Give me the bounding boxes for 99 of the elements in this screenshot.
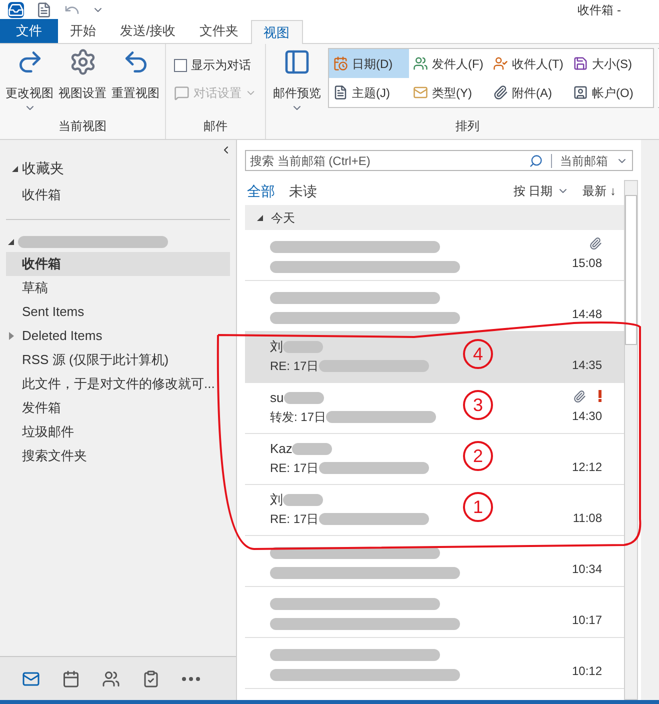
arrange-option[interactable]: 发件人(F) [409, 49, 489, 78]
arrange-icon [413, 56, 428, 71]
message-time: 14:48 [572, 306, 602, 323]
reading-pane-icon [283, 48, 311, 76]
annotation-number: 1 [463, 492, 493, 522]
conversation-checkbox[interactable]: 显示为对话 [174, 56, 257, 74]
sender-name: 刘 [270, 338, 283, 356]
search-field[interactable]: 搜索 当前邮箱 (Ctrl+E) 当前邮箱 [245, 150, 633, 171]
message-time: 14:30 [572, 408, 602, 425]
message-row[interactable]: 刘 RE: 17日 14:35 4 [245, 332, 624, 383]
view-button[interactable]: 重置视图 [110, 48, 161, 117]
folder-item[interactable]: 收件箱 [6, 252, 230, 276]
message-time: 10:17 [572, 612, 602, 629]
folder-item[interactable]: Sent Items [6, 300, 230, 324]
message-time: 11:08 [572, 510, 602, 527]
folder-item[interactable]: 草稿 [6, 276, 230, 300]
importance-icon [598, 390, 602, 402]
calendar-icon [62, 670, 80, 688]
ribbon-tab[interactable]: 文件夹 [188, 19, 251, 43]
group-label: 当前视图 [58, 118, 108, 135]
favorites-header[interactable]: 收藏夹 [8, 158, 64, 179]
expand-icon [12, 166, 18, 172]
tasks-icon [142, 670, 160, 688]
message-time: 10:12 [572, 663, 602, 680]
reading-pane-button[interactable]: 邮件预览 [270, 48, 324, 117]
arrange-option[interactable]: 类型(Y) [409, 78, 489, 107]
view-button[interactable]: 视图设置 [57, 48, 108, 117]
message-subject: 转发: 17日 [270, 408, 326, 426]
paperclip-icon [589, 236, 602, 250]
message-time: 14:35 [572, 357, 602, 374]
message-subject: RE: 17日 [270, 510, 319, 528]
ribbon-tab[interactable]: 文件 [0, 19, 58, 43]
message-time: 12:12 [572, 459, 602, 476]
group-label: 排列 [454, 118, 480, 135]
arrange-icon [493, 56, 508, 71]
folder-item[interactable]: 此文件，于是对文件的修改就可... [6, 372, 230, 396]
annotation-number: 2 [463, 441, 493, 471]
arrange-icon [573, 85, 588, 100]
mail-icon [22, 670, 40, 688]
message-row[interactable]: Kaz RE: 17日 12:12 2 [245, 434, 624, 485]
message-row[interactable]: 10:17 [245, 587, 624, 638]
expand-icon [257, 214, 263, 220]
checkbox[interactable] [174, 58, 187, 72]
message-subject: RE: 17日 [270, 460, 319, 476]
sender-name: su [270, 389, 284, 407]
filter-tab[interactable]: 全部 [247, 180, 275, 202]
view-button[interactable]: 更改视图 [4, 48, 55, 117]
arrange-option[interactable]: 收件人(T) [489, 49, 569, 78]
ribbon-tab[interactable]: 开始 [58, 19, 108, 43]
arrange-option[interactable]: 帐户(O) [569, 78, 635, 107]
folder-item[interactable]: RSS 源 (仅限于此计算机) [6, 348, 230, 372]
arrange-option[interactable]: 附件(A) [489, 78, 569, 107]
message-subject: RE: 17日 [270, 358, 319, 374]
people-icon [102, 670, 120, 688]
scrollbar[interactable] [624, 180, 638, 700]
gear-icon [68, 48, 96, 76]
chat-icon [174, 85, 190, 101]
filter-tab[interactable]: 未读 [289, 180, 317, 202]
annotation-number: 4 [463, 339, 493, 369]
message-row[interactable]: 15:08 [245, 230, 624, 281]
folder-item[interactable]: 发件箱 [6, 396, 230, 420]
redaction-smear [292, 442, 332, 455]
window-title: 收件箱 - [578, 2, 621, 19]
annotation-number: 3 [463, 390, 493, 420]
arrange-icon [333, 56, 348, 71]
sort-order[interactable]: 最新 ↓ [582, 182, 616, 200]
folder-item[interactable]: 收件箱 [8, 183, 232, 207]
sender-name: 刘 [270, 491, 283, 509]
more-icon [182, 676, 200, 680]
ribbon-tab[interactable]: 发送/接收 [108, 19, 188, 43]
sender-name: Kaz [270, 440, 292, 458]
group-label: 邮件 [202, 118, 228, 135]
folder-item[interactable]: 垃圾邮件 [6, 420, 230, 444]
redaction-smear [283, 494, 323, 506]
arrange-option[interactable]: 主题(J) [329, 78, 409, 107]
arrange-icon [413, 85, 428, 100]
paperclip-icon [573, 390, 586, 402]
search-icon [529, 154, 543, 168]
message-row[interactable]: 10:34 [245, 536, 624, 587]
ribbon-tab[interactable]: 视图 [250, 20, 303, 44]
message-row[interactable]: 14:48 [245, 281, 624, 332]
arrange-option[interactable]: 大小(S) [569, 49, 635, 78]
search-scope[interactable]: 当前邮箱 [560, 152, 608, 170]
arrange-icon [493, 85, 508, 100]
message-row[interactable]: 刘 RE: 17日 11:08 1 [245, 485, 624, 536]
arrange-icon [333, 85, 348, 100]
arrange-icon [573, 56, 588, 71]
folder-item[interactable]: 搜索文件夹 [6, 444, 230, 468]
sort-field[interactable]: 按 日期 [513, 182, 569, 200]
redaction-smear [283, 340, 323, 353]
group-header[interactable]: 今天 [245, 205, 624, 230]
message-row[interactable]: su 转发: 17日 14:30 3 [245, 383, 624, 434]
folder-item[interactable]: Deleted Items [6, 324, 230, 348]
message-row[interactable]: 10:12 [245, 638, 624, 689]
arrange-option[interactable]: 日期(D) [329, 49, 409, 78]
expand-icon [9, 332, 14, 340]
redaction-smear [284, 392, 324, 404]
message-time: 15:08 [572, 255, 602, 272]
message-time: 10:34 [572, 561, 602, 578]
